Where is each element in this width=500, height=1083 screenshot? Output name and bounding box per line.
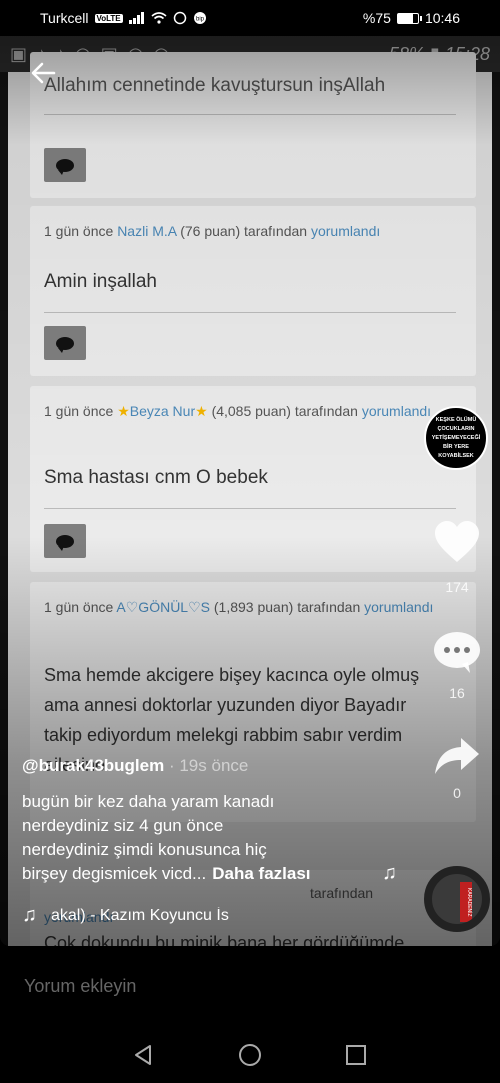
- video-author[interactable]: @burak43buglem · 19s önce: [22, 756, 248, 776]
- android-nav-bar: [0, 1026, 500, 1083]
- volte-badge: VoLTE: [94, 13, 123, 23]
- back-arrow-icon[interactable]: [28, 58, 58, 88]
- comment-card: 1 gün önce Nazli M.A (76 puan) tarafında…: [30, 206, 476, 376]
- back-icon[interactable]: [132, 1044, 154, 1066]
- bip-icon: bip: [193, 12, 206, 24]
- comment-count: 16: [449, 685, 465, 701]
- status-bar: Turkcell VoLTE bip %75 10:46: [0, 0, 500, 36]
- comment-meta: 1 gün önce ★Beyza Nur★ (4,085 puan) tara…: [44, 403, 432, 419]
- music-notes-icon: ♫: [382, 862, 397, 884]
- music-title: akal) - Kazım Koyuncu İs: [51, 906, 229, 924]
- wifi-icon: [151, 12, 167, 24]
- speech-bubble-icon: [56, 534, 74, 551]
- comment-card: Allahım cennetinde kavuştursun inşAllah: [30, 52, 476, 198]
- battery-icon: [396, 12, 422, 24]
- share-count: 0: [453, 785, 461, 801]
- comment-text: Sma hastası cnm O bebek: [44, 467, 268, 488]
- comment-text: Çok dokundu bu minik bana her gördüğümde: [44, 933, 405, 946]
- music-row[interactable]: ♫ akal) - Kazım Koyuncu İs: [22, 904, 301, 927]
- carrier-label: Turkcell: [40, 10, 89, 26]
- battery-percent: %75: [362, 10, 391, 26]
- comment-author: A♡GÖNÜL♡S: [116, 599, 210, 615]
- comment-input[interactable]: Yorum ekleyin: [24, 976, 136, 997]
- home-icon[interactable]: [238, 1043, 262, 1067]
- comment-divider: [44, 508, 456, 509]
- creator-avatar[interactable]: KEŞKE ÖLÜMÜ ÇOCUKLARIN YETİŞEMEYECEĞİ Bİ…: [424, 406, 488, 470]
- comment-card: 1 gün önce A♡GÖNÜL♡S (1,893 puan) tarafı…: [30, 582, 476, 822]
- like-count: 174: [445, 579, 469, 595]
- comments-button[interactable]: 16: [424, 630, 490, 701]
- comment-text: Allahım cennetinde kavuştursun inşAllah: [44, 75, 386, 96]
- star-icon: ★: [195, 403, 208, 419]
- heart-icon: [435, 521, 479, 562]
- speech-bubble-icon: [56, 336, 74, 353]
- svg-text:bip: bip: [196, 17, 205, 23]
- post-age: · 19s önce: [168, 756, 249, 775]
- reply-button: [44, 148, 86, 182]
- comment-card: 1 gün önce ★Beyza Nur★ (4,085 puan) tara…: [30, 386, 476, 572]
- reply-button: [44, 326, 86, 360]
- comment-meta: 1 gün önce Nazli M.A (76 puan) tarafında…: [44, 223, 381, 239]
- music-note-icon: ♫: [22, 904, 37, 926]
- share-button[interactable]: 0: [424, 736, 490, 801]
- signal-icon: [128, 12, 144, 24]
- video-caption: bugün bir kez daha yaram kanadı nerdeydi…: [22, 792, 311, 883]
- comment-author: Beyza Nur: [129, 403, 196, 419]
- comment-meta: 1 gün önce A♡GÖNÜL♡S (1,893 puan) tarafı…: [44, 599, 434, 615]
- reply-button: [44, 524, 86, 558]
- comment-divider: [44, 114, 456, 115]
- star-icon: ★: [117, 403, 130, 419]
- recents-icon[interactable]: [345, 1044, 367, 1066]
- music-disc[interactable]: KARADENİZ: [424, 866, 490, 932]
- whatsapp-icon: [173, 11, 186, 25]
- see-more-link[interactable]: Daha fazlası: [212, 864, 310, 883]
- comment-bar: Yorum ekleyin: [0, 946, 500, 1026]
- like-button[interactable]: 174: [424, 520, 490, 595]
- comment-text: Amin inşallah: [44, 271, 157, 292]
- comment-bubble-icon: [434, 632, 480, 673]
- clock: 10:46: [424, 10, 460, 26]
- comment-divider: [44, 312, 456, 313]
- record-icon: ▣: [10, 43, 28, 64]
- comment-author: Nazli M.A: [117, 223, 177, 239]
- share-arrow-icon: [435, 738, 479, 774]
- speech-bubble-icon: [56, 158, 74, 175]
